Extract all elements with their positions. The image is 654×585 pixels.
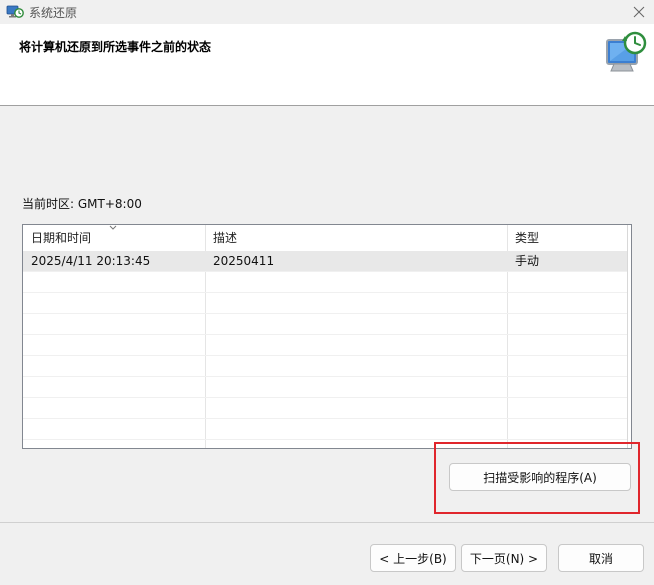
wizard-header: 将计算机还原到所选事件之前的状态	[0, 24, 654, 106]
cell-datetime: 2025/4/11 20:13:45	[31, 254, 151, 268]
close-button[interactable]	[624, 0, 654, 24]
cancel-button[interactable]: 取消	[558, 544, 644, 572]
column-header-description[interactable]: 描述	[205, 225, 507, 251]
system-restore-app-icon	[6, 5, 24, 18]
sort-descending-icon	[109, 225, 117, 230]
empty-row	[23, 272, 627, 293]
window-title: 系统还原	[29, 6, 78, 20]
table-header: 日期和时间 描述 类型	[23, 225, 631, 251]
next-button[interactable]: 下一页(N) >	[461, 544, 547, 572]
page-title: 将计算机还原到所选事件之前的状态	[19, 40, 212, 54]
footer-divider	[0, 522, 654, 523]
empty-row	[23, 398, 627, 419]
column-header-type[interactable]: 类型	[507, 225, 627, 251]
column-divider	[627, 225, 628, 448]
empty-row	[23, 377, 627, 398]
highlight-annotation-box	[434, 442, 640, 514]
back-button[interactable]: < 上一步(B)	[370, 544, 456, 572]
restore-points-table[interactable]: 日期和时间 描述 类型 2025/4/11 20:13:45 20250411 …	[22, 224, 632, 449]
empty-row	[23, 356, 627, 377]
timezone-label: 当前时区: GMT+8:00	[22, 197, 142, 211]
title-bar: 系统还原	[0, 0, 654, 24]
empty-row	[23, 293, 627, 314]
table-row[interactable]: 2025/4/11 20:13:45 20250411 手动	[23, 251, 627, 272]
close-icon	[633, 6, 645, 18]
empty-row	[23, 419, 627, 440]
empty-row	[23, 335, 627, 356]
cell-description: 20250411	[213, 254, 275, 268]
system-restore-icon	[606, 31, 647, 72]
empty-row	[23, 314, 627, 335]
cell-type: 手动	[515, 254, 540, 268]
